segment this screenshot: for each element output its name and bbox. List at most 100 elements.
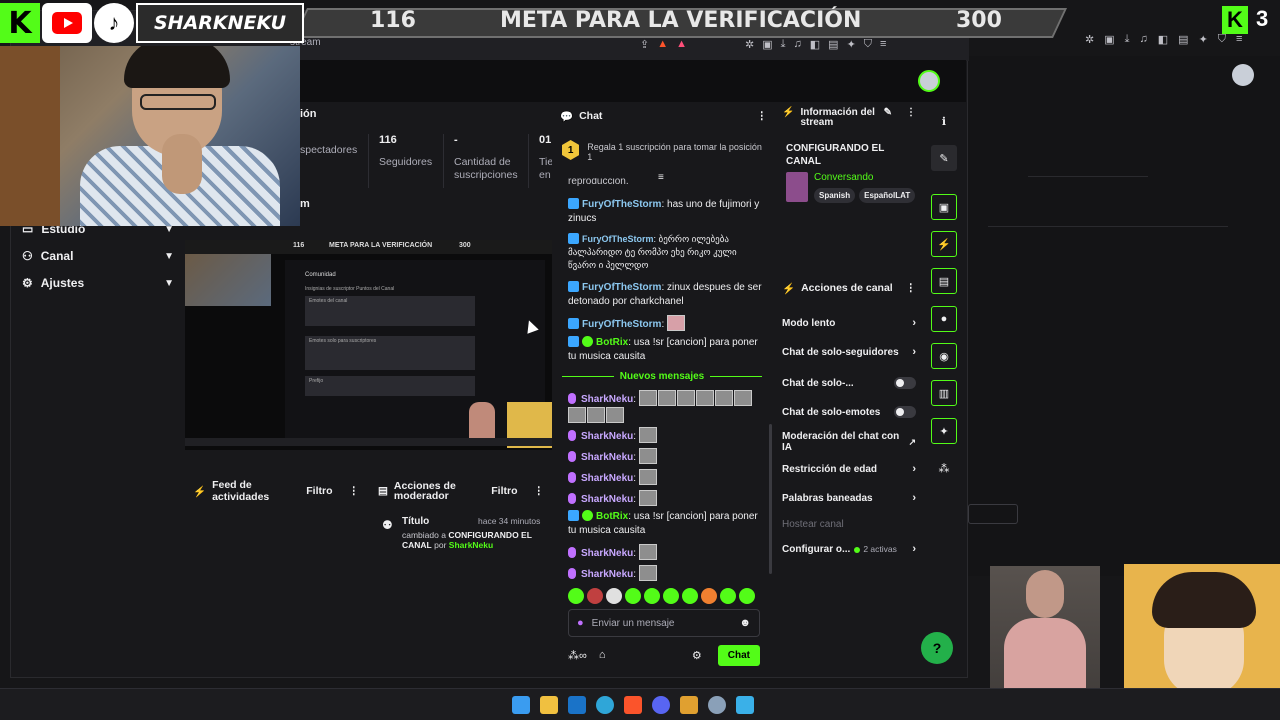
rewards-icon[interactable]: ▲ — [676, 38, 687, 51]
message-username[interactable]: SharkNeku — [581, 548, 633, 559]
emote-button[interactable] — [701, 588, 717, 604]
message-username[interactable]: FuryOfTheStorm — [582, 199, 661, 210]
emotes-only-toggle[interactable] — [894, 406, 916, 418]
more-icon[interactable]: ⋮ — [757, 110, 768, 122]
settings-icon[interactable] — [708, 696, 726, 714]
action-banned-words[interactable]: Palabras baneadas › — [782, 493, 916, 505]
emote-button[interactable] — [568, 588, 584, 604]
action-followers-only[interactable]: Chat de solo-seguidores › — [782, 347, 916, 359]
chat-input-box[interactable]: ● ☻ — [568, 609, 760, 637]
chat-scrollbar[interactable] — [769, 424, 772, 574]
more-icon[interactable]: ⋮ — [906, 282, 917, 295]
wrench-icon[interactable]: ✦ — [931, 418, 957, 444]
address-bar[interactable]: stream — [290, 37, 650, 55]
message-username[interactable]: SharkNeku — [581, 569, 633, 580]
stream-preview[interactable]: 116 META PARA LA VERIFICACIÓN 300 Comuni… — [185, 240, 552, 450]
broadcast-icon[interactable]: ◉ — [931, 343, 957, 369]
windows-start-icon[interactable] — [512, 696, 530, 714]
edit-icon[interactable]: ✎ — [931, 145, 957, 171]
message-username[interactable]: SharkNeku — [581, 473, 633, 484]
feed-filter-button[interactable]: Filtro — [306, 485, 332, 497]
chat-input[interactable] — [591, 617, 732, 629]
message-username[interactable]: SharkNeku — [581, 452, 633, 463]
more-icon[interactable]: ⋮ — [906, 108, 916, 128]
menu-icon[interactable]: ≡ — [1236, 33, 1242, 46]
message-username[interactable]: SharkNeku — [581, 394, 633, 405]
shield-icon[interactable]: ⛉ — [864, 38, 872, 51]
app-icon[interactable] — [680, 696, 698, 714]
action-age-restriction[interactable]: Restricción de edad › — [782, 464, 916, 476]
message-username[interactable]: SharkNeku — [581, 431, 633, 442]
message-username[interactable]: BotRix — [596, 337, 628, 348]
bolt-icon[interactable]: ⚡ — [931, 231, 957, 257]
more-icon[interactable]: ⋮ — [349, 485, 360, 497]
tag[interactable]: Spanish — [814, 188, 856, 203]
edge-icon[interactable] — [596, 696, 614, 714]
avatar[interactable] — [1232, 64, 1254, 86]
emote-button[interactable] — [720, 588, 736, 604]
share-icon[interactable]: ⇪ — [640, 38, 649, 51]
app-icon[interactable] — [736, 696, 754, 714]
screenshot-icon[interactable]: ▣ — [1104, 33, 1114, 46]
file-explorer-icon[interactable] — [540, 696, 558, 714]
action-ai-moderation[interactable]: Moderación del chat con IA ↗ — [782, 431, 916, 453]
music-icon[interactable]: ♫ — [794, 38, 802, 51]
edit-icon[interactable]: ✎ — [884, 108, 892, 128]
points-icon[interactable]: ⁂ — [931, 455, 957, 481]
chat-settings-icon[interactable]: ⚙ — [692, 649, 702, 662]
new-messages-divider[interactable]: Nuevos mensajes — [562, 368, 762, 384]
subs-only-toggle[interactable] — [894, 377, 916, 389]
emote-button[interactable] — [644, 588, 660, 604]
chat-bubble-icon[interactable]: ● — [931, 306, 957, 332]
mod-entry-user[interactable]: SharkNeku — [449, 540, 493, 550]
store-icon[interactable]: ⌂ — [599, 649, 606, 661]
brave-icon[interactable] — [624, 696, 642, 714]
more-icon[interactable]: ⋮ — [534, 486, 545, 497]
extension-icon[interactable]: ✲ — [745, 38, 754, 51]
document-icon[interactable]: ▤ — [931, 268, 957, 294]
message-username[interactable]: FuryOfTheStorm — [582, 234, 654, 244]
download-icon[interactable]: ⤓ — [781, 38, 786, 51]
sidebar-icon[interactable]: ◧ — [810, 38, 820, 51]
emote-button[interactable] — [606, 588, 622, 604]
sidebar-icon[interactable]: ◧ — [1158, 33, 1168, 46]
screenshot-icon[interactable]: ▣ — [762, 38, 772, 51]
brave-shield-icon[interactable]: ▲ — [657, 38, 668, 51]
sidebar-item-canal[interactable]: ⚇ Canal ▼ — [22, 246, 174, 266]
points-icon[interactable]: ⁂∞ — [568, 649, 587, 662]
help-icon[interactable]: ? — [921, 632, 953, 664]
chat-send-button[interactable]: Chat — [717, 644, 760, 666]
extension-icon[interactable]: ✲ — [1085, 33, 1094, 46]
mod-filter-button[interactable]: Filtro — [491, 486, 517, 497]
discord-icon[interactable] — [652, 696, 670, 714]
focus-icon[interactable]: ▣ — [931, 194, 957, 220]
wallet-icon[interactable]: ▤ — [828, 38, 838, 51]
video-icon[interactable]: ▥ — [931, 380, 957, 406]
action-configure[interactable]: Configurar o... 2 activas › — [782, 544, 916, 556]
puzzle-icon[interactable]: ✦ — [847, 38, 856, 51]
emote-button[interactable] — [625, 588, 641, 604]
download-icon[interactable]: ⤓ — [1125, 33, 1130, 46]
user-avatar[interactable] — [918, 70, 940, 92]
category-name[interactable]: Conversando — [814, 172, 915, 183]
tag[interactable]: EspañolLAT — [859, 188, 916, 203]
message-username[interactable]: FuryOfTheStorm — [582, 282, 661, 293]
emote-button[interactable] — [587, 588, 603, 604]
message-username[interactable]: FuryOfTheStorm — [582, 319, 661, 330]
outlook-icon[interactable] — [568, 696, 586, 714]
sidebar-item-ajustes[interactable]: ⚙ Ajustes ▼ — [22, 273, 174, 293]
emote-button[interactable] — [682, 588, 698, 604]
emote-button[interactable] — [739, 588, 755, 604]
sub-goal-pin[interactable]: 1 Regala 1 suscripción para tomar la pos… — [562, 134, 762, 174]
puzzle-icon[interactable]: ✦ — [1199, 33, 1208, 46]
menu-icon[interactable]: ≡ — [880, 38, 886, 51]
action-slow-mode[interactable]: Modo lento › — [782, 318, 916, 330]
message-username[interactable]: SharkNeku — [581, 494, 633, 505]
wallet-icon[interactable]: ▤ — [1178, 33, 1188, 46]
emote-button[interactable] — [663, 588, 679, 604]
info-icon[interactable]: ℹ — [931, 108, 957, 134]
music-icon[interactable]: ♫ — [1140, 33, 1148, 46]
emoji-icon[interactable]: ☻ — [739, 617, 751, 629]
shield-icon[interactable]: ⛉ — [1218, 33, 1226, 46]
message-username[interactable]: BotRix — [596, 511, 628, 522]
